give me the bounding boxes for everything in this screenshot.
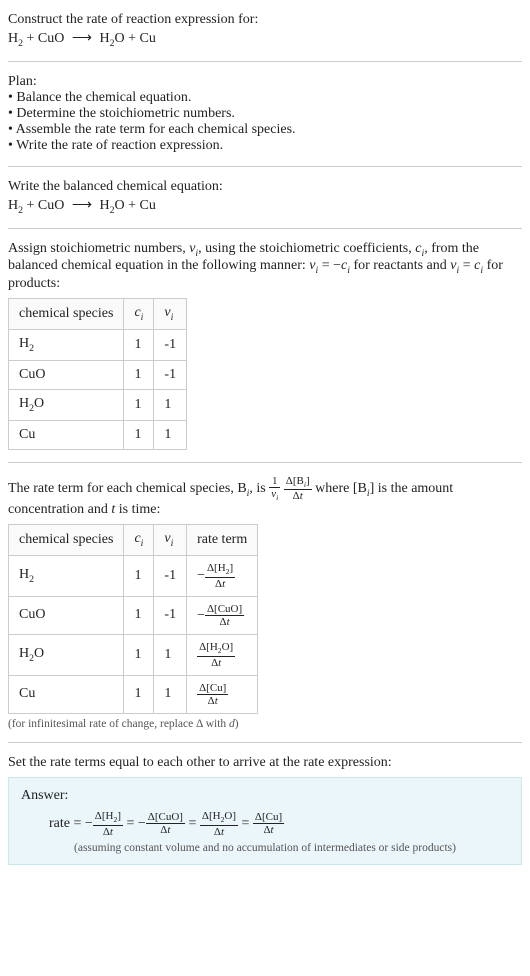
- col-species: chemical species: [9, 299, 124, 330]
- plan-item: Assemble the rate term for each chemical…: [8, 122, 522, 138]
- cell-rate: −Δ[CuO]Δt: [187, 596, 258, 634]
- divider: [8, 462, 522, 463]
- cell-nui: -1: [154, 556, 187, 597]
- rateterm-text: The rate term for each chemical species,…: [8, 475, 522, 519]
- cell-ci: 1: [124, 556, 154, 597]
- cell-ci: 1: [124, 596, 154, 634]
- final-section: Set the rate terms equal to each other t…: [8, 749, 522, 871]
- col-nui: νi: [154, 299, 187, 330]
- answer-assumption: (assuming constant volume and no accumul…: [21, 842, 509, 854]
- table-row: H2O 1 1 Δ[H2O]Δt: [9, 635, 258, 676]
- divider: [8, 228, 522, 229]
- plan-item: Balance the chemical equation.: [8, 90, 522, 106]
- cell-species: H2: [9, 556, 124, 597]
- divider: [8, 61, 522, 62]
- plan-item: Determine the stoichiometric numbers.: [8, 106, 522, 122]
- cell-species: Cu: [9, 675, 124, 713]
- plan-item: Write the rate of reaction expression.: [8, 138, 522, 154]
- cell-nui: 1: [154, 420, 187, 449]
- cell-nui: -1: [154, 596, 187, 634]
- cell-species: CuO: [9, 360, 124, 389]
- balanced-section: Write the balanced chemical equation: H2…: [8, 173, 522, 222]
- intro-prompt: Construct the rate of reaction expressio…: [8, 12, 522, 28]
- answer-expression: rate = −Δ[H2]Δt = −Δ[CuO]Δt = Δ[H2O]Δt =…: [49, 810, 509, 838]
- col-rate: rate term: [187, 525, 258, 556]
- cell-species: Cu: [9, 420, 124, 449]
- cell-species: H2O: [9, 389, 124, 420]
- table-row: CuO 1 -1 −Δ[CuO]Δt: [9, 596, 258, 634]
- cell-rate: Δ[Cu]Δt: [187, 675, 258, 713]
- col-ci: ci: [124, 525, 154, 556]
- divider: [8, 166, 522, 167]
- plan-list: Balance the chemical equation. Determine…: [8, 90, 522, 154]
- answer-box: Answer: rate = −Δ[H2]Δt = −Δ[CuO]Δt = Δ[…: [8, 777, 522, 865]
- cell-species: CuO: [9, 596, 124, 634]
- plan-heading: Plan:: [8, 74, 522, 90]
- cell-ci: 1: [124, 329, 154, 360]
- stoich-text: Assign stoichiometric numbers, νi, using…: [8, 241, 522, 293]
- rateterm-section: The rate term for each chemical species,…: [8, 469, 522, 736]
- stoich-section: Assign stoichiometric numbers, νi, using…: [8, 235, 522, 456]
- plan-section: Plan: Balance the chemical equation. Det…: [8, 68, 522, 160]
- table-header-row: chemical species ci νi: [9, 299, 187, 330]
- cell-species: H2: [9, 329, 124, 360]
- table-header-row: chemical species ci νi rate term: [9, 525, 258, 556]
- cell-nui: -1: [154, 329, 187, 360]
- cell-species: H2O: [9, 635, 124, 676]
- table-row: H2 1 -1: [9, 329, 187, 360]
- rateterm-note: (for infinitesimal rate of change, repla…: [8, 718, 522, 730]
- col-species: chemical species: [9, 525, 124, 556]
- table-row: H2 1 -1 −Δ[H2]Δt: [9, 556, 258, 597]
- answer-label: Answer:: [21, 788, 509, 804]
- cell-nui: -1: [154, 360, 187, 389]
- cell-rate: Δ[H2O]Δt: [187, 635, 258, 676]
- cell-nui: 1: [154, 675, 187, 713]
- divider: [8, 742, 522, 743]
- table-row: H2O 1 1: [9, 389, 187, 420]
- balanced-equation: H2 + CuO ⟶ H2O + Cu: [8, 197, 522, 216]
- cell-ci: 1: [124, 635, 154, 676]
- balanced-heading: Write the balanced chemical equation:: [8, 179, 522, 195]
- stoich-table: chemical species ci νi H2 1 -1 CuO 1 -1 …: [8, 298, 187, 449]
- intro-equation: H2 + CuO ⟶ H2O + Cu: [8, 30, 522, 49]
- cell-ci: 1: [124, 360, 154, 389]
- rateterm-table: chemical species ci νi rate term H2 1 -1…: [8, 524, 258, 714]
- col-nui: νi: [154, 525, 187, 556]
- cell-nui: 1: [154, 389, 187, 420]
- cell-rate: −Δ[H2]Δt: [187, 556, 258, 597]
- cell-ci: 1: [124, 420, 154, 449]
- final-heading: Set the rate terms equal to each other t…: [8, 755, 522, 771]
- table-row: Cu 1 1: [9, 420, 187, 449]
- cell-ci: 1: [124, 389, 154, 420]
- cell-ci: 1: [124, 675, 154, 713]
- cell-nui: 1: [154, 635, 187, 676]
- intro-section: Construct the rate of reaction expressio…: [8, 6, 522, 55]
- col-ci: ci: [124, 299, 154, 330]
- table-row: Cu 1 1 Δ[Cu]Δt: [9, 675, 258, 713]
- table-row: CuO 1 -1: [9, 360, 187, 389]
